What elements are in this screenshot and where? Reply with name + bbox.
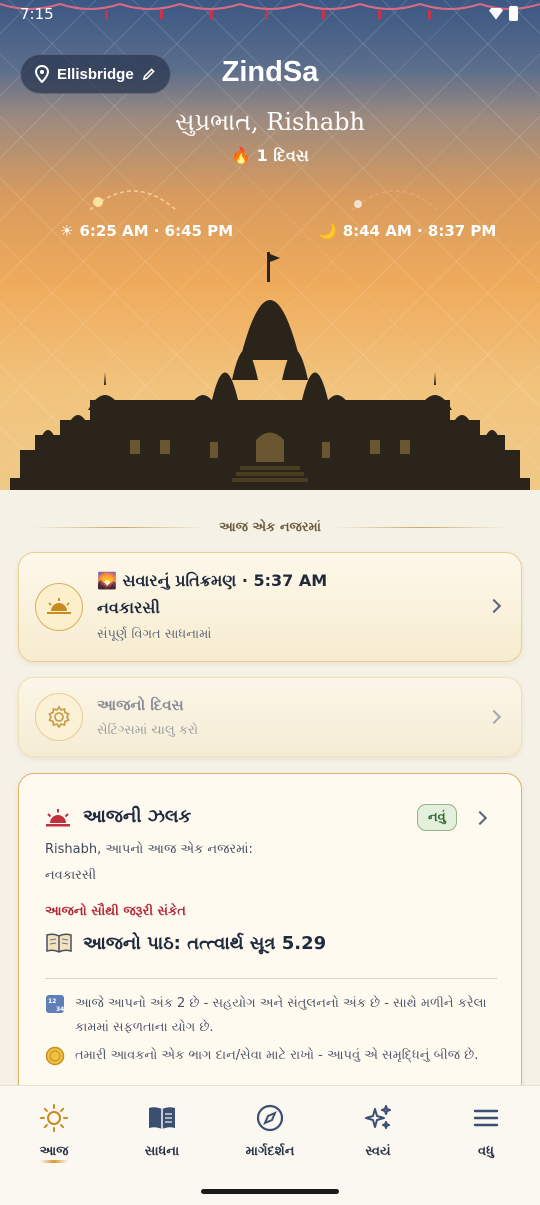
sun-arc	[89, 190, 177, 211]
streak-label: 1 દિવસ	[256, 146, 309, 165]
nav-label: માર્ગદર્શન	[245, 1144, 295, 1159]
tip-item: 12 34 આજે આપનો અંક 2 છે - સહયોગ અને સંતુલ…	[45, 992, 505, 1040]
today-settings-card[interactable]: આજનો દિવસ સેટિંગ્સમાં ચાલુ કરો	[18, 677, 522, 757]
coin-icon	[45, 1046, 65, 1066]
pratikraman-description: સંપૂર્ણ વિગત સાધનામાં	[97, 627, 212, 642]
moon-times: 8:44 AM · 8:37 PM	[342, 222, 497, 240]
nav-item-today[interactable]: આજ	[0, 1086, 108, 1175]
gesture-area	[0, 1175, 540, 1205]
sun-icon	[38, 1102, 70, 1134]
nav-label: આજ	[39, 1144, 69, 1159]
sun-times: 6:25 AM · 6:45 PM	[79, 222, 234, 240]
compass-icon	[254, 1102, 286, 1134]
moon-arc	[351, 190, 439, 211]
important-signal-label: આજનો સૌથી જરૂરી સંકેત	[45, 904, 186, 919]
gear-icon	[48, 705, 70, 729]
gear-icon-badge	[35, 693, 83, 741]
nav-item-guidance[interactable]: માર્ગદર્શન	[216, 1086, 324, 1175]
lesson-title: આજનો પાઠ: તત્ત્વાર્થ સૂત્ર 5.29	[83, 932, 327, 954]
book-icon	[146, 1102, 178, 1134]
new-badge: નવું	[417, 804, 457, 831]
divider-right	[332, 527, 508, 528]
nav-label: સાધના	[144, 1144, 180, 1159]
svg-text:12: 12	[48, 998, 56, 1005]
sunrise-sunset-times: ☀ 6:25 AM · 6:45 PM	[60, 222, 233, 240]
chevron-right-icon[interactable]	[472, 810, 488, 826]
app-title: ZindSa	[221, 56, 319, 88]
menu-icon	[470, 1102, 502, 1134]
lesson-row: આજનો પાઠ: તત્ત્વાર્થ સૂત્ર 5.29	[45, 932, 326, 954]
wifi-icon	[489, 7, 503, 20]
bottom-navigation: આજ સાધના માર્ગદર્શન સ્વયં વધુ	[0, 1085, 540, 1175]
streak-counter: 🔥 1 દિવસ	[0, 146, 540, 166]
glimpse-intro: Rishabh, આપનો આજ એક નજરમાં:	[45, 842, 253, 857]
daily-glimpse-card[interactable]: આજની ઝલક નવું Rishabh, આપનો આજ એક નજરમાં…	[18, 773, 522, 1103]
greeting-text: સુપ્રભાત, Rishabh	[175, 108, 365, 136]
home-gesture-bar[interactable]	[201, 1189, 339, 1194]
numbers-icon: 1234	[46, 995, 64, 1013]
tip-text: તમારી આવકનો એક ભાગ દાન/સેવા માટે રાખો - …	[75, 1048, 479, 1063]
nav-label: વધુ	[478, 1144, 494, 1159]
battery-icon	[509, 6, 518, 21]
nav-item-more[interactable]: વધુ	[432, 1086, 540, 1175]
pratikraman-title: 🌄 સવારનું પ્રતિક્રમણ · 5:37 AM	[97, 571, 328, 590]
sunrise-icon-badge	[35, 583, 83, 631]
chevron-right-icon	[486, 598, 502, 614]
card-divider	[45, 978, 497, 979]
chevron-right-icon	[486, 709, 502, 725]
pratikraman-card[interactable]: 🌄 સવારનું પ્રતિક્રમણ · 5:37 AM નવકારસી સ…	[18, 552, 522, 662]
status-time: 7:15	[20, 5, 54, 23]
nav-label: સ્વયં	[365, 1144, 391, 1159]
tip-item: તમારી આવકનો એક ભાગ દાન/સેવા માટે રાખો - …	[45, 1044, 505, 1068]
glimpse-title: આજની ઝલક	[83, 806, 192, 827]
hero-banner: 7:15 Ellisbridge ZindSa સુપ્રભાત, Rishab…	[0, 0, 540, 490]
svg-text:34: 34	[56, 1006, 64, 1013]
sunrise-red-icon	[46, 809, 70, 827]
moon-icon: 🌙	[318, 222, 337, 240]
glimpse-subtext: નવકારસી	[45, 868, 97, 883]
sun-icon: ☀	[60, 222, 74, 240]
nav-item-self[interactable]: સ્વયં	[324, 1086, 432, 1175]
nav-item-sadhana[interactable]: સાધના	[108, 1086, 216, 1175]
temple-silhouette	[10, 252, 530, 490]
today-description: સેટિંગ્સમાં ચાલુ કરો	[97, 723, 198, 738]
divider-left	[32, 527, 208, 528]
sunrise-icon	[47, 598, 71, 614]
sparkles-icon	[362, 1102, 394, 1134]
open-book-icon	[46, 933, 72, 953]
section-header: આજ એક નજરમાં	[0, 520, 540, 535]
section-title: આજ એક નજરમાં	[219, 520, 321, 535]
active-indicator	[40, 1160, 68, 1163]
fire-icon: 🔥	[231, 146, 252, 165]
status-bar: 7:15	[0, 0, 540, 30]
tip-text: આજે આપનો અંક 2 છે - સહયોગ અને સંતુલનનો અ…	[75, 996, 487, 1035]
today-title: આજનો દિવસ	[97, 696, 184, 714]
moonrise-moonset-times: 🌙 8:44 AM · 8:37 PM	[318, 222, 496, 240]
pratikraman-subtitle: નવકારસી	[97, 598, 160, 617]
